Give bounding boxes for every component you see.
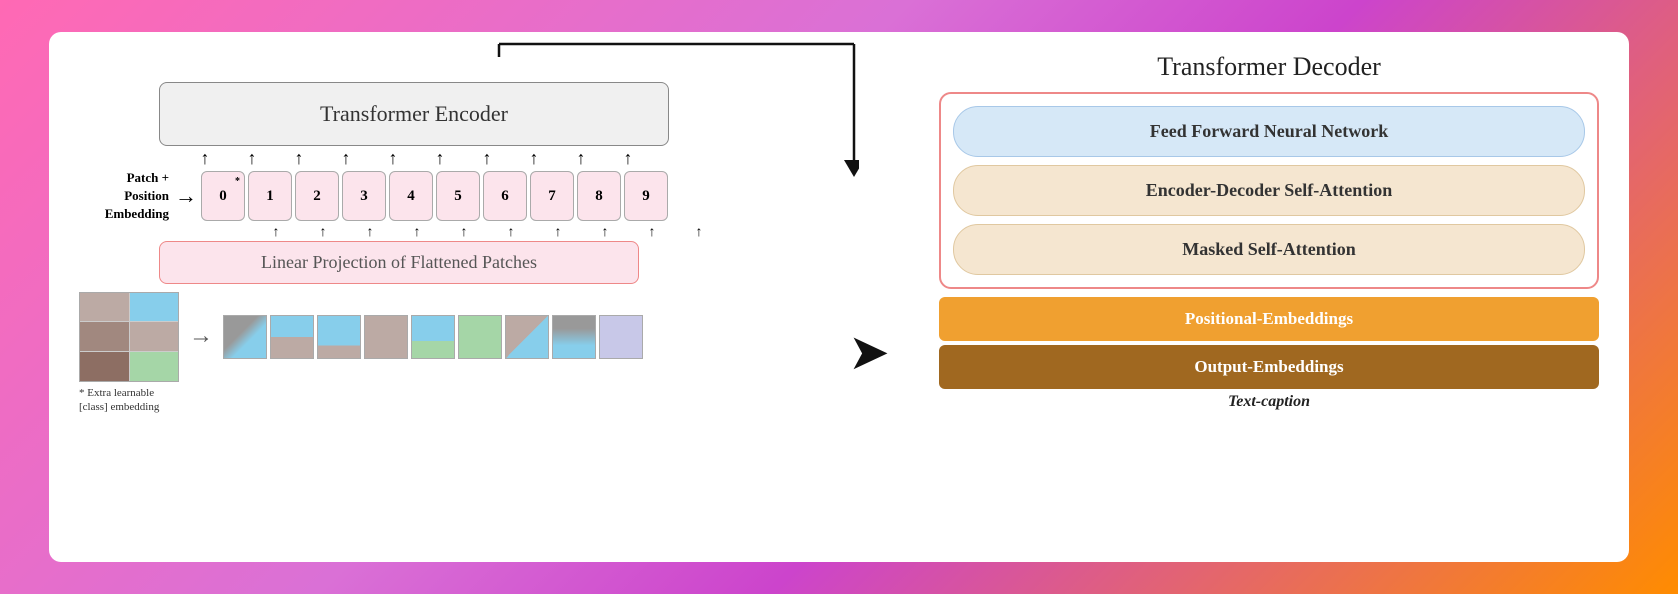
output-embed: Output-Embeddings [939, 345, 1599, 389]
token-boxes: 0* 1 2 3 4 5 6 7 8 9 [201, 171, 668, 221]
up-arrow-lp-6: ↑ [536, 225, 580, 241]
patch-4 [364, 315, 408, 359]
long-arrow: → [189, 323, 213, 350]
up-arrow-lp-3: ↑ [395, 225, 439, 241]
patch-5 [411, 315, 455, 359]
images-section: → [79, 292, 643, 382]
up-arrow-2: ↑ [277, 148, 321, 169]
patch-6 [458, 315, 502, 359]
token-1: 1 [248, 171, 292, 221]
token-5: 5 [436, 171, 480, 221]
up-arrow-7: ↑ [512, 148, 556, 169]
patch-images-row [223, 315, 643, 359]
patch-3 [317, 315, 361, 359]
up-arrow-6: ↑ [465, 148, 509, 169]
left-panel: Transformer Encoder ↑ ↑ ↑ ↑ ↑ ↑ ↑ ↑ ↑ [79, 52, 799, 542]
up-arrow-lp-0: ↑ [254, 225, 298, 241]
up-arrow-lp-7: ↑ [583, 225, 627, 241]
extra-learnable-note: * Extra learnable[class] embedding [79, 386, 169, 415]
up-arrow-0: ↑ [183, 148, 227, 169]
tokens-row: Patch + PositionEmbedding → 0* 1 2 3 4 5… [79, 169, 799, 224]
linear-proj-box: Linear Projection of Flattened Patches [159, 241, 639, 284]
up-arrow-8: ↑ [559, 148, 603, 169]
token-9: 9 [624, 171, 668, 221]
layer-enc-dec: Encoder-Decoder Self-Attention [953, 165, 1585, 216]
up-arrow-3: ↑ [324, 148, 368, 169]
layer-masked: Masked Self-Attention [953, 224, 1585, 275]
arrow-to-tokens: → [175, 183, 197, 209]
token-3: 3 [342, 171, 386, 221]
up-arrow-lp-2: ↑ [348, 225, 392, 241]
white-card: Transformer Encoder ↑ ↑ ↑ ↑ ↑ ↑ ↑ ↑ ↑ [49, 32, 1629, 562]
up-arrow-4: ↑ [371, 148, 415, 169]
up-arrow-1: ↑ [230, 148, 274, 169]
middle-arrow-area: ➤ [829, 52, 909, 542]
up-arrow-lp-4: ↑ [442, 225, 486, 241]
patch-1 [223, 315, 267, 359]
positional-embed: Positional-Embeddings [939, 297, 1599, 341]
patch-7 [505, 315, 549, 359]
up-arrow-lp-5: ↑ [489, 225, 533, 241]
token-8: 8 [577, 171, 621, 221]
token-0: 0* [201, 171, 245, 221]
linear-proj-label: Linear Projection of Flattened Patches [261, 252, 537, 272]
patch-2 [270, 315, 314, 359]
decoder-title: Transformer Decoder [939, 52, 1599, 82]
transformer-encoder-box: Transformer Encoder [159, 82, 669, 146]
big-right-arrow: ➤ [848, 323, 890, 381]
main-container: Transformer Encoder ↑ ↑ ↑ ↑ ↑ ↑ ↑ ↑ ↑ [0, 0, 1678, 594]
patch-8 [552, 315, 596, 359]
layer-ffn: Feed Forward Neural Network [953, 106, 1585, 157]
up-arrow-lp-1: ↑ [301, 225, 345, 241]
right-panel: Transformer Decoder Feed Forward Neural … [939, 52, 1599, 542]
up-arrow-lp-9: ↑ [677, 225, 721, 241]
patch-9 [599, 315, 643, 359]
up-arrow-9: ↑ [606, 148, 650, 169]
token-7: 7 [530, 171, 574, 221]
token-2: 2 [295, 171, 339, 221]
token-4: 4 [389, 171, 433, 221]
patch-position-label: Patch + PositionEmbedding [79, 169, 169, 224]
text-caption: Text-caption [939, 393, 1599, 411]
up-arrow-lp-8: ↑ [630, 225, 674, 241]
encoder-label: Transformer Encoder [320, 101, 508, 126]
up-arrow-5: ↑ [418, 148, 462, 169]
decoder-box: Feed Forward Neural Network Encoder-Deco… [939, 92, 1599, 289]
token-6: 6 [483, 171, 527, 221]
source-image [79, 292, 179, 382]
